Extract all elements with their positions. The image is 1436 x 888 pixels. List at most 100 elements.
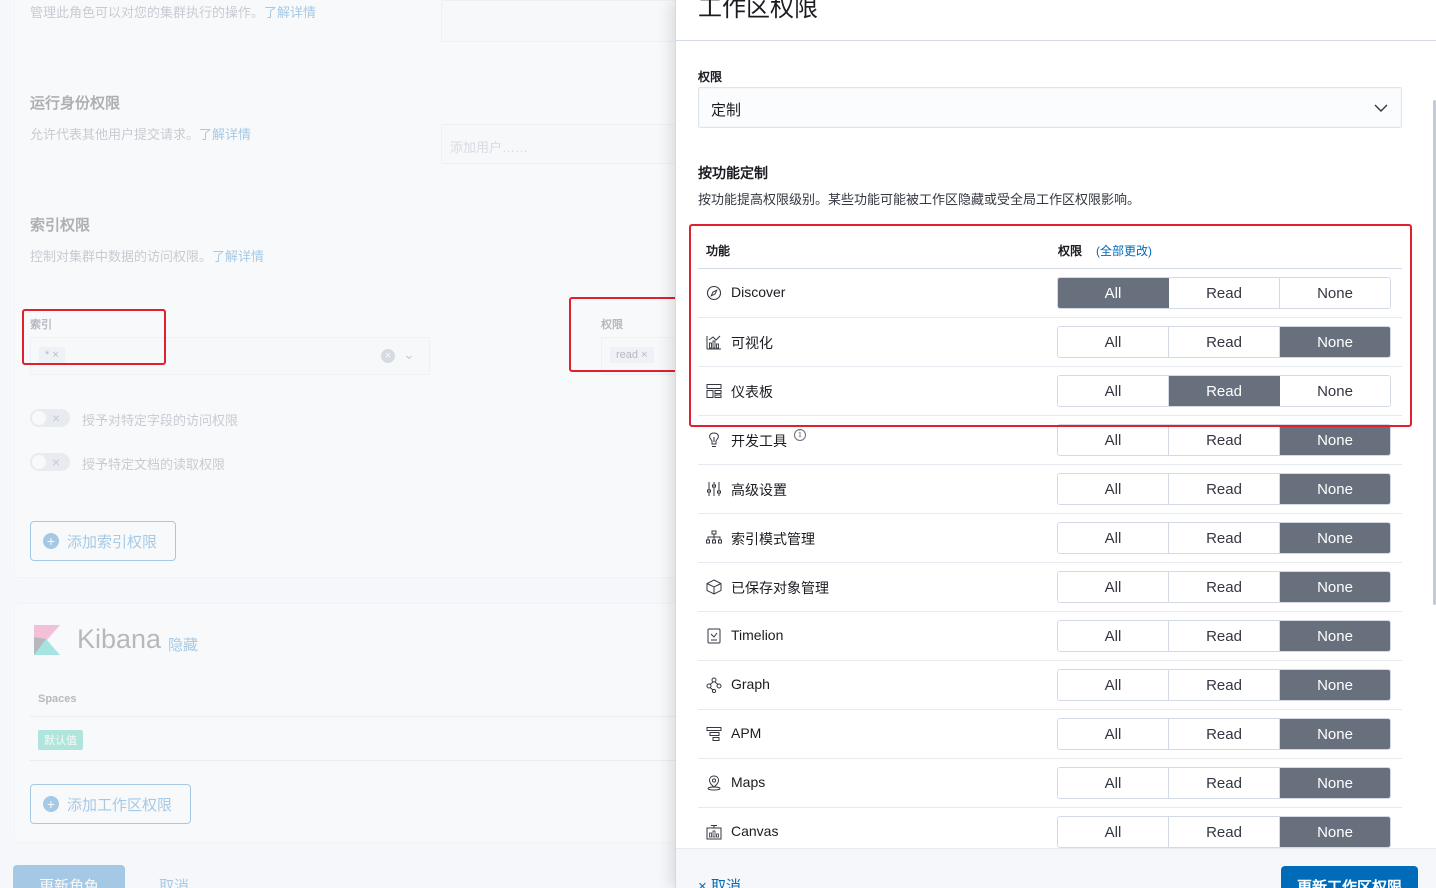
highlight-box-index	[22, 309, 166, 365]
info-icon[interactable]: i	[794, 429, 806, 441]
privilege-option-all[interactable]: All	[1058, 670, 1169, 700]
privilege-option-read[interactable]: Read	[1169, 817, 1280, 847]
feature-row: 索引模式管理 All Read None	[698, 514, 1402, 563]
saved-objects-icon	[706, 579, 722, 595]
spaces-column-header: Spaces	[38, 693, 77, 705]
privilege-option-read[interactable]: Read	[1169, 523, 1280, 553]
cluster-privileges-desc: 管理此角色可以对您的集群执行的操作。了解详情	[30, 5, 317, 20]
privilege-option-all[interactable]: All	[1058, 621, 1169, 651]
privilege-option-none[interactable]: None	[1280, 621, 1390, 651]
privilege-option-none[interactable]: None	[1280, 425, 1390, 455]
feature-row: Timelion All Read None	[698, 612, 1402, 661]
privilege-button-group: All Read None	[1057, 718, 1391, 750]
divider	[30, 716, 690, 717]
default-space-badge: 默认值	[38, 730, 83, 750]
privilege-button-group: All Read None	[1057, 424, 1391, 456]
devtools-icon	[709, 432, 719, 447]
privilege-button-group: All Read None	[1057, 669, 1391, 701]
feature-name: APM	[731, 725, 762, 741]
privilege-option-read[interactable]: Read	[1169, 425, 1280, 455]
index-privileges-desc: 控制对集群中数据的访问权限。了解详情	[30, 249, 265, 264]
privilege-option-all[interactable]: All	[1058, 572, 1169, 602]
privilege-option-none[interactable]: None	[1280, 523, 1390, 553]
privilege-option-none[interactable]: None	[1280, 817, 1390, 847]
privilege-option-read[interactable]: Read	[1169, 572, 1280, 602]
cluster-privileges-combobox[interactable]	[441, 0, 681, 42]
feature-name: Graph	[731, 676, 770, 692]
graph-icon	[706, 677, 722, 693]
feature-name: 开发工具	[731, 433, 787, 449]
cancel-role-link[interactable]: 取消	[159, 875, 189, 888]
privilege-option-none[interactable]: None	[1280, 670, 1390, 700]
feature-name: Canvas	[731, 823, 779, 839]
add-space-privilege-button[interactable]: + 添加工作区权限	[30, 784, 191, 824]
privilege-option-all[interactable]: All	[1058, 768, 1169, 798]
kibana-logo-icon	[34, 625, 60, 655]
privilege-option-read[interactable]: Read	[1169, 768, 1280, 798]
cluster-learn-more-link[interactable]: 了解详情	[264, 5, 316, 20]
plus-icon: +	[43, 533, 59, 549]
document-level-toggle[interactable]	[30, 453, 70, 471]
privilege-option-all[interactable]: All	[1058, 523, 1169, 553]
elasticsearch-privileges-panel	[14, 0, 714, 578]
index-privileges-title: 索引权限	[30, 217, 91, 234]
timelion-icon	[707, 628, 721, 644]
update-role-button[interactable]: 更新角色	[13, 865, 125, 888]
kibana-hide-link[interactable]: 隐藏	[168, 634, 198, 655]
page: 管理此角色可以对您的集群执行的操作。了解详情 运行身份权限 允许代表其他用户提交…	[0, 0, 1436, 888]
privilege-option-none[interactable]: None	[1280, 768, 1390, 798]
privilege-button-group: All Read None	[1057, 816, 1391, 848]
privilege-option-none[interactable]: None	[1280, 572, 1390, 602]
feature-row: APM All Read None	[698, 710, 1402, 759]
runas-users-input[interactable]: 添加用户……	[441, 124, 681, 164]
kibana-title: Kibana	[77, 624, 162, 654]
chevron-down-icon	[1374, 104, 1388, 112]
feature-name: Maps	[731, 774, 766, 790]
privilege-option-read[interactable]: Read	[1169, 719, 1280, 749]
privilege-button-group: All Read None	[1057, 522, 1391, 554]
flyout-header-divider	[676, 40, 1436, 41]
feature-row: Graph All Read None	[698, 661, 1402, 710]
flyout-title: 工作区权限	[698, 0, 818, 22]
privilege-button-group: All Read None	[1057, 473, 1391, 505]
privilege-option-read[interactable]: Read	[1169, 474, 1280, 504]
index-learn-more-link[interactable]: 了解详情	[212, 249, 264, 264]
clear-icon[interactable]: ×	[381, 349, 395, 363]
privilege-option-read[interactable]: Read	[1169, 670, 1280, 700]
flyout-footer: × 取消 更新工作区权限	[676, 848, 1436, 888]
flyout-cancel-link[interactable]: × 取消	[698, 875, 741, 888]
customize-desc: 按功能提高权限级别。某些功能可能被工作区隐藏或受全局工作区权限影响。	[698, 192, 1141, 207]
runas-learn-more-link[interactable]: 了解详情	[199, 127, 251, 142]
space-privileges-flyout: 工作区权限 权限 定制 按功能定制 按功能提高权限级别。某些功能可能被工作区隐藏…	[675, 0, 1436, 888]
settings-sliders-icon	[707, 482, 721, 496]
privilege-select-value: 定制	[711, 102, 742, 119]
customize-title: 按功能定制	[698, 165, 768, 181]
add-index-privilege-button[interactable]: + 添加索引权限	[30, 521, 176, 561]
canvas-icon	[706, 825, 722, 840]
field-level-toggle[interactable]	[30, 409, 70, 427]
privilege-option-all[interactable]: All	[1058, 817, 1169, 847]
privilege-button-group: All Read None	[1057, 571, 1391, 603]
feature-name: 索引模式管理	[731, 531, 815, 547]
feature-name: Timelion	[731, 627, 784, 643]
plus-icon: +	[43, 796, 59, 812]
privilege-option-none[interactable]: None	[1280, 474, 1390, 504]
privilege-option-all[interactable]: All	[1058, 425, 1169, 455]
privilege-select-label: 权限	[698, 70, 723, 84]
feature-name: 高级设置	[731, 482, 787, 498]
privilege-option-all[interactable]: All	[1058, 719, 1169, 749]
privilege-option-read[interactable]: Read	[1169, 621, 1280, 651]
role-editor-background: 管理此角色可以对您的集群执行的操作。了解详情 运行身份权限 允许代表其他用户提交…	[0, 0, 714, 888]
feature-row: 高级设置 All Read None	[698, 465, 1402, 514]
privilege-select[interactable]: 定制	[698, 87, 1402, 128]
runas-desc: 允许代表其他用户提交请求。了解详情	[30, 127, 252, 142]
document-level-toggle-label: 授予特定文档的读取权限	[82, 457, 226, 472]
privilege-button-group: All Read None	[1057, 767, 1391, 799]
flyout-cancel-label: 取消	[710, 878, 741, 888]
update-space-privileges-button[interactable]: 更新工作区权限	[1281, 866, 1418, 888]
privilege-option-all[interactable]: All	[1058, 474, 1169, 504]
chevron-down-icon[interactable]: ⌄	[403, 346, 415, 363]
runas-users-placeholder: 添加用户……	[450, 140, 529, 155]
feature-row: 已保存对象管理 All Read None	[698, 563, 1402, 612]
privilege-option-none[interactable]: None	[1280, 719, 1390, 749]
